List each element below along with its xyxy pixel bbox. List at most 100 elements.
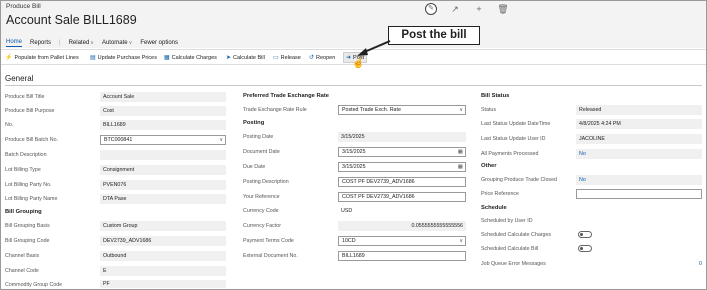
release-label: Release [280, 54, 301, 61]
calculator-icon: ▦ [164, 55, 170, 61]
your-reference-input[interactable]: COST PF DEV2739_ADV1686 [338, 192, 466, 202]
field-label: Due Date [243, 164, 266, 170]
payment-terms-value: 10CD [342, 238, 356, 244]
grouping-closed-value[interactable]: No [576, 175, 702, 185]
batch-no-value: BTC000841 [104, 137, 133, 143]
field-label: All Payments Processed [481, 151, 539, 157]
no-value: BILL1689 [100, 120, 226, 130]
field-label: Price Reference [481, 191, 519, 197]
separator: | [59, 40, 61, 46]
section-divider [5, 85, 702, 86]
field-label: Status [481, 107, 497, 113]
fx-rule-value: Posted Trade Exch. Rate [342, 107, 401, 113]
payment-terms-select[interactable]: 10CD ∨ [338, 236, 466, 246]
channel-code-value: E [100, 266, 226, 276]
fewer-options-button[interactable]: Fewer options [140, 40, 178, 46]
lot-billing-type-value: Consignment [100, 165, 226, 175]
due-date-value: 3/15/2025 [342, 164, 366, 170]
chevron-down-icon: ∨ [459, 238, 463, 244]
delete-icon[interactable]: 🗑 [497, 3, 509, 15]
posting-description-input[interactable]: COST PF DEV2739_ADV1686 [338, 177, 466, 187]
header-tools: ✎ ↗ + 🗑 [425, 3, 509, 15]
bill-grouping-heading: Bill Grouping [5, 209, 42, 215]
field-label: Produce Bill Purpose [5, 108, 55, 114]
field-label: Commodity Group Code [5, 282, 63, 288]
field-label: Currency Code [243, 208, 279, 214]
arrow-right-icon: ➤ [226, 55, 232, 61]
post-icon: ➜ [346, 55, 352, 61]
all-payments-value[interactable]: No [576, 149, 702, 159]
lot-party-no-value: PVEN076 [100, 180, 226, 190]
field-label: Document Date [243, 149, 280, 155]
field-label: Currency Factor [243, 223, 281, 229]
document-date-input[interactable]: 3/15/2025 ▦ [338, 147, 466, 157]
field-label: Produce Bill Title [5, 94, 45, 100]
field-label: Lot Billing Party No. [5, 182, 52, 188]
reopen-icon: ↺ [309, 55, 315, 61]
tab-reports[interactable]: Reports [30, 40, 51, 46]
field-label: Trade Exchange Rate Rule [243, 107, 307, 113]
posting-date-value: 3/15/2025 [338, 132, 466, 142]
price-reference-input[interactable] [576, 189, 702, 199]
reopen-label: Reopen [316, 54, 336, 61]
due-date-input[interactable]: 3/15/2025 ▦ [338, 162, 466, 172]
currency-code-value: USD [341, 208, 353, 214]
add-icon[interactable]: + [473, 3, 485, 15]
section-general: General [5, 74, 34, 83]
document-icon: ▤ [90, 55, 96, 61]
reopen-button[interactable]: ↺ Reopen [309, 54, 336, 62]
job-queue-errors-value[interactable]: 0 [699, 261, 702, 267]
tab-related[interactable]: Related∨ [69, 40, 94, 46]
field-label: External Document No. [243, 253, 298, 259]
release-icon: ▭ [273, 55, 279, 61]
edit-icon[interactable]: ✎ [425, 3, 437, 15]
field-label: Lot Billing Party Name [5, 196, 58, 202]
calculate-bill-button[interactable]: ➤ Calculate Bill [226, 54, 265, 62]
share-icon[interactable]: ↗ [449, 3, 461, 15]
field-label: Posting Date [243, 134, 274, 140]
commodity-group-value: PF [100, 280, 226, 288]
field-label: No. [5, 122, 14, 128]
currency-factor-value: 0.0555555555555556 [338, 221, 466, 231]
fx-heading: Preferred Trade Exchange Rate [243, 93, 330, 99]
schedule-heading: Schedule [481, 205, 507, 211]
chevron-down-icon: ∨ [459, 107, 463, 113]
field-label: Posting Description [243, 179, 289, 185]
other-heading: Other [481, 163, 497, 169]
field-label: Bill Grouping Code [5, 238, 50, 244]
hand-cursor-icon: ☝ [352, 58, 365, 69]
page-caption: Produce Bill [6, 3, 41, 10]
field-label: Produce Bill Batch No. [5, 137, 58, 143]
tab-automate-label: Automate [101, 40, 128, 46]
release-button[interactable]: ▭ Release [273, 54, 301, 62]
last-user-value: JACOLINE [576, 134, 702, 144]
batch-no-select[interactable]: BTC000841 ∨ [100, 135, 226, 145]
calculate-bill-label: Calculate Bill [233, 54, 265, 61]
scheduled-bill-toggle[interactable] [578, 245, 592, 252]
field-label: Scheduled by User ID [481, 218, 533, 224]
field-label: Scheduled Calculate Charges [481, 232, 552, 238]
calendar-icon[interactable]: ▦ [458, 148, 463, 156]
field-label: Last Status Update User ID [481, 136, 546, 142]
lot-party-name-value: DTA Pase [100, 194, 226, 204]
external-document-input[interactable]: BILL1689 [338, 251, 466, 261]
field-label: Scheduled Calculate Bill [481, 246, 539, 252]
field-label: Channel Basis [5, 253, 40, 259]
calendar-icon[interactable]: ▦ [458, 163, 463, 171]
tab-automate[interactable]: Automate∨ [102, 40, 132, 46]
update-prices-button[interactable]: ▤ Update Purchase Prices [90, 54, 157, 62]
tab-home[interactable]: Home [6, 39, 23, 47]
produce-bill-purpose-value: Cost [100, 106, 226, 116]
field-label: Last Status Update DateTime [481, 121, 551, 127]
document-date-value: 3/15/2025 [342, 149, 366, 155]
populate-button[interactable]: ⚡ Populate from Pallet Lines [5, 54, 79, 62]
produce-bill-title-value: Account Sale [100, 92, 226, 102]
fx-rule-select[interactable]: Posted Trade Exch. Rate ∨ [338, 105, 466, 115]
field-label: Channel Code [5, 268, 39, 274]
action-tabs: Home Reports | Related∨ Automate∨ Fewer … [6, 38, 178, 48]
calculate-charges-button[interactable]: ▦ Calculate Charges [164, 54, 217, 62]
field-label: Batch Description [5, 152, 47, 158]
field-label: Bill Grouping Basis [5, 223, 50, 229]
scheduled-charges-toggle[interactable] [578, 231, 592, 238]
channel-basis-value: Outbound [100, 251, 226, 261]
